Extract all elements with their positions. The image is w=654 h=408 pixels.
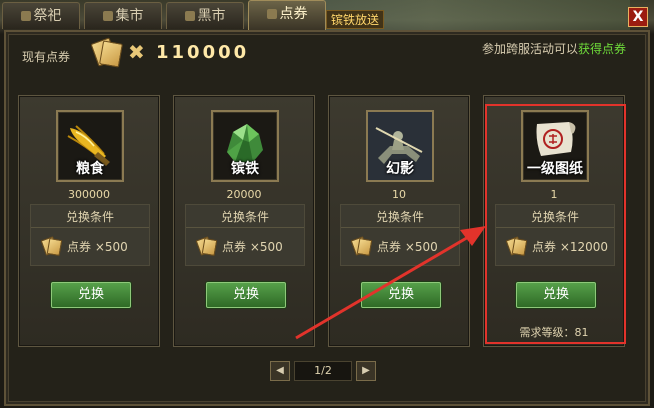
condition-cost: 点券 ×500 [222, 240, 283, 254]
tab-label: 点券 [279, 6, 308, 22]
tab-icon [266, 9, 277, 19]
exchange-button[interactable]: 兑换 [51, 282, 131, 308]
tab-icon [20, 11, 31, 21]
tab-bar: 祭祀 集市 黑市 点券 [0, 0, 654, 30]
tab-icon [102, 11, 113, 21]
exchange-button[interactable]: 兑换 [361, 282, 441, 308]
exchange-button[interactable]: 兑换 [516, 282, 596, 308]
tab-sacrifice[interactable]: 祭祀 [2, 2, 80, 29]
item-name: 粮食 [76, 161, 104, 177]
event-hint: 参加跨服活动可以获得点券 [482, 40, 626, 57]
tab-icon [184, 11, 195, 21]
item-frame: 镔铁 [211, 110, 279, 182]
tab-black-market[interactable]: 黑市 [166, 2, 244, 29]
tab-label: 祭祀 [33, 8, 62, 24]
exchange-condition: 兑换条件 点券 ×500 [185, 204, 305, 266]
item-name: 镔铁 [231, 161, 259, 177]
points-value: 110000 [156, 42, 250, 63]
item-count: 300000 [68, 188, 110, 201]
coupon-icon [505, 235, 528, 257]
item-frame: 一级图纸 [521, 110, 589, 182]
points-label: 现有点券 [22, 50, 71, 64]
item-frame: 粮食 [56, 110, 124, 182]
coupon-icon [90, 37, 123, 68]
tab-coupons[interactable]: 点券 [248, 0, 326, 30]
exchange-condition: 兑换条件 点券 ×500 [340, 204, 460, 266]
item-name: 一级图纸 [527, 161, 583, 177]
shop-item-card: 粮食 300000 兑换条件 点券 ×500 兑换 [18, 95, 160, 347]
prev-page-button[interactable]: ◀ [270, 361, 290, 381]
hint-link[interactable]: 获得点券 [578, 42, 626, 56]
item-count: 20000 [226, 188, 262, 201]
required-level: 需求等级：81 [519, 326, 589, 339]
exchange-condition: 兑换条件 点券 ×12000 [495, 204, 615, 266]
condition-title: 兑换条件 [530, 210, 579, 224]
multiply-icon: ✖ [128, 40, 145, 64]
item-name: 幻影 [386, 161, 414, 177]
condition-title: 兑换条件 [220, 210, 269, 224]
item-count: 1 [550, 188, 558, 201]
condition-title: 兑换条件 [375, 210, 424, 224]
condition-cost: 点券 ×500 [67, 240, 128, 254]
item-frame: 幻影 [366, 110, 434, 182]
item-count: 10 [392, 188, 406, 201]
shop-item-card: 镔铁 20000 兑换条件 点券 ×500 兑换 [173, 95, 315, 347]
condition-title: 兑换条件 [65, 210, 114, 224]
close-button[interactable]: X [628, 7, 648, 27]
next-page-button[interactable]: ▶ [356, 361, 376, 381]
shop-item-card: 一级图纸 1 兑换条件 点券 ×12000 兑换 需求等级：81 [483, 95, 625, 347]
tab-label: 集市 [115, 8, 144, 24]
coupon-icon [195, 235, 218, 257]
coupon-icon [40, 235, 63, 257]
hint-text: 参加跨服活动可以 [481, 42, 578, 56]
exchange-condition: 兑换条件 点券 ×500 [30, 204, 150, 266]
tab-market[interactable]: 集市 [84, 2, 162, 29]
page-indicator: 1/2 [294, 361, 352, 381]
shop-item-card: 幻影 10 兑换条件 点券 ×500 兑换 [328, 95, 470, 347]
coupon-icon [350, 235, 373, 257]
condition-cost: 点券 ×12000 [532, 240, 609, 254]
exchange-button[interactable]: 兑换 [206, 282, 286, 308]
tab-label: 黑市 [197, 8, 226, 24]
condition-cost: 点券 ×500 [377, 240, 438, 254]
